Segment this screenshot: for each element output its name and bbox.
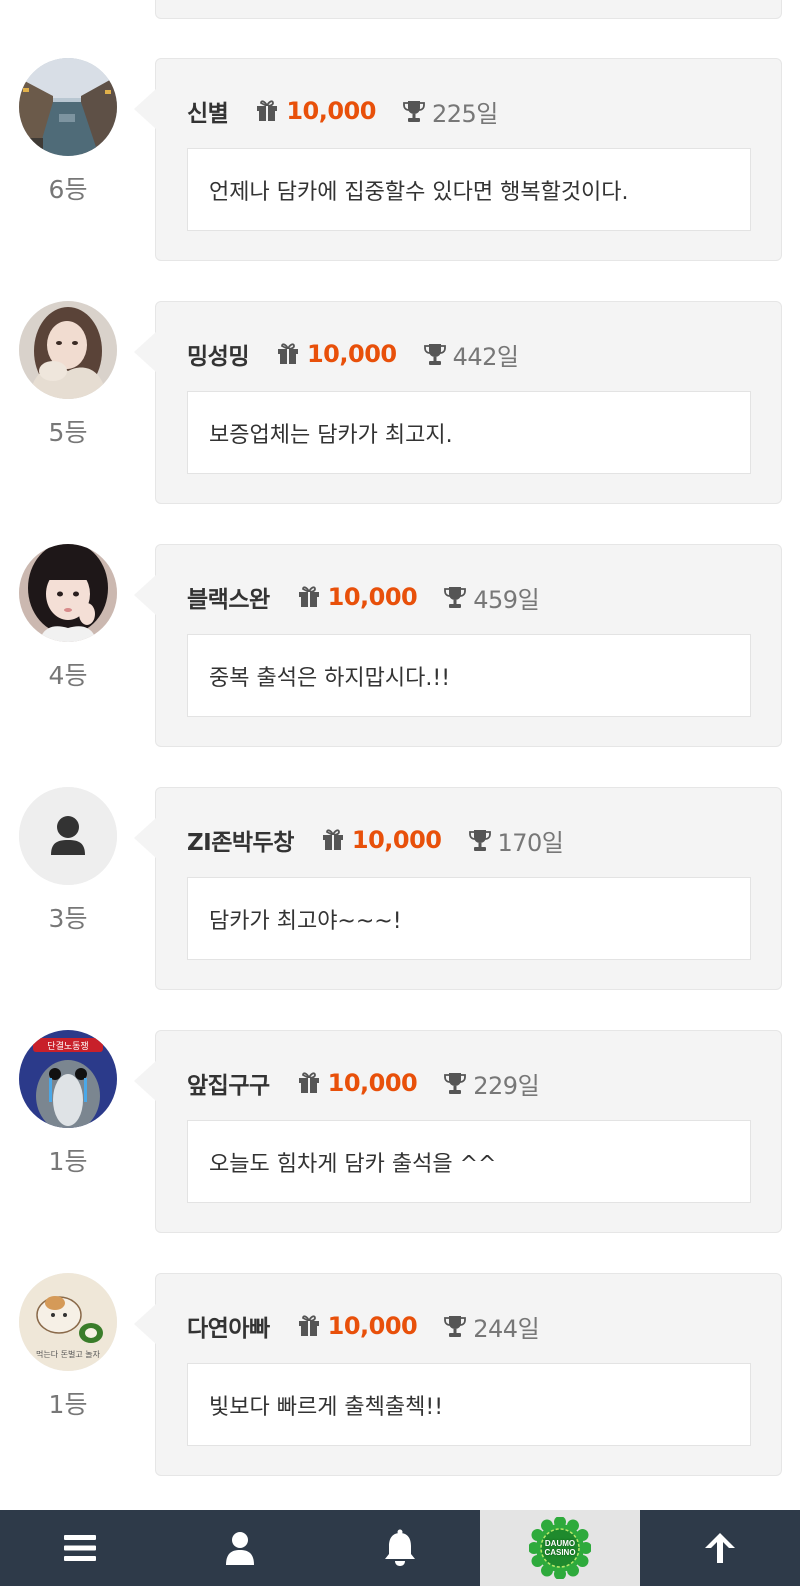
points-value: 10,000 (351, 826, 442, 854)
gift-icon (298, 1315, 319, 1336)
list-item: 5등 밍성밍 10,000 442일보증업체는 담카가 최고지. (0, 301, 800, 506)
comment-text: 오늘도 힘차게 담카 출석을 ^^ (187, 1120, 751, 1203)
avatar[interactable] (19, 58, 117, 156)
entry-meta: ZI존박두창 10,000 170일 (187, 823, 564, 857)
entry-meta: 블랙스완 10,000 459일 (187, 580, 540, 614)
attendance-days: 244일 (473, 1314, 540, 1343)
list-item: 3등 ZI존박두창 10,000 170일담카가 최고야~~~! (0, 787, 800, 992)
list-item: 단결노동쟁 1등 앞집구구 10,000 229일오늘도 힘차게 담카 출석을 ^^ (0, 1030, 800, 1235)
rank-label: 6등 (48, 175, 88, 204)
attendance-days: 225일 (431, 99, 498, 128)
avatar[interactable]: 먹는다 돈벌고 놀자 (19, 1273, 117, 1371)
casino-logo: DAUMO CASINO (529, 1517, 591, 1579)
avatar[interactable] (19, 301, 117, 399)
trophy-icon (423, 344, 446, 365)
rank-label: 5등 (48, 418, 88, 447)
rank-label: 4등 (48, 661, 88, 690)
gift-icon (257, 100, 278, 121)
comment-text: 언제나 담카에 집중할수 있다면 행복할것이다. (187, 148, 751, 231)
trophy-icon (468, 830, 491, 851)
comment-text: 중복 출석은 하지맙시다.!! (187, 634, 751, 717)
rank-label: 1등 (48, 1147, 88, 1176)
svg-text:단결노동쟁: 단결노동쟁 (47, 1041, 88, 1052)
comment-text: 담카가 최고야~~~! (187, 877, 751, 960)
nickname[interactable]: 앞집구구 (187, 1066, 270, 1100)
menu-icon (64, 1535, 96, 1561)
logo-text-line1: DAUMO (544, 1539, 576, 1548)
comment-card: 블랙스완 10,000 459일중복 출석은 하지맙시다.!! (134, 544, 782, 747)
trophy-icon (444, 587, 467, 608)
entry-meta: 앞집구구 10,000 229일 (187, 1066, 540, 1100)
attendance-days: 459일 (473, 585, 540, 614)
trophy-icon (444, 1073, 467, 1094)
user-icon (226, 1532, 254, 1565)
profile-button[interactable] (160, 1510, 320, 1586)
home-logo-button[interactable]: DAUMO CASINO (480, 1510, 640, 1586)
attendance-days: 442일 (452, 342, 519, 371)
bell-icon (385, 1529, 415, 1566)
entry-meta: 밍성밍 10,000 442일 (187, 337, 519, 371)
avatar[interactable] (19, 787, 117, 885)
svg-text:먹는다 돈벌고 놀자: 먹는다 돈벌고 놀자 (36, 1349, 101, 1359)
attendance-days: 229일 (473, 1071, 540, 1100)
rank-label: 1등 (48, 1390, 88, 1419)
list-item: 6등 신별 10,000 225일언제나 담카에 집중할수 있다면 행복할것이다. (0, 58, 800, 263)
comment-card: 앞집구구 10,000 229일오늘도 힘차게 담카 출석을 ^^ (134, 1030, 782, 1233)
comment-card: 신별 10,000 225일언제나 담카에 집중할수 있다면 행복할것이다. (134, 58, 782, 261)
trophy-icon (403, 101, 425, 122)
nickname[interactable]: 블랙스완 (187, 580, 270, 614)
nickname[interactable]: 다연아빠 (187, 1309, 270, 1343)
attendance-days: 170일 (497, 828, 564, 857)
points-value: 10,000 (306, 340, 397, 368)
arrow-up-icon (705, 1533, 735, 1563)
comment-card: 밍성밍 10,000 442일보증업체는 담카가 최고지. (134, 301, 782, 504)
gift-icon (277, 343, 298, 364)
entry-meta: 신별 10,000 225일 (187, 94, 498, 128)
comment-card: ZI존박두창 10,000 170일담카가 최고야~~~! (134, 787, 782, 990)
entry-meta: 다연아빠 10,000 244일 (187, 1309, 540, 1343)
nickname[interactable]: 밍성밍 (187, 337, 249, 371)
comment-card: 다연아빠 10,000 244일빛보다 빠르게 출첵출첵!! (134, 1273, 782, 1476)
gift-icon (298, 1072, 319, 1093)
nickname[interactable]: 신별 (187, 94, 229, 128)
gift-icon (322, 829, 343, 850)
list-item: 먹는다 돈벌고 놀자 1등 다연아빠 10,000 244일빛보다 빠르게 출첵출첵!! (0, 1273, 800, 1478)
bottom-nav: DAUMO CASINO (0, 1510, 800, 1586)
comment-text: 보증업체는 담카가 최고지. (187, 391, 751, 474)
scroll-top-button[interactable] (640, 1510, 800, 1586)
points-value: 10,000 (286, 97, 376, 125)
trophy-icon (444, 1316, 467, 1337)
notifications-button[interactable] (320, 1510, 480, 1586)
points-value: 10,000 (327, 1069, 418, 1097)
points-value: 10,000 (327, 583, 418, 611)
menu-button[interactable] (0, 1510, 160, 1586)
logo-text-line2: CASINO (544, 1548, 576, 1557)
points-value: 10,000 (327, 1312, 418, 1340)
gift-icon (298, 586, 319, 607)
rank-label: 3등 (48, 904, 88, 933)
comment-text: 빛보다 빠르게 출첵출첵!! (187, 1363, 751, 1446)
avatar[interactable] (19, 544, 117, 642)
list-item: 4등 블랙스완 10,000 459일중복 출석은 하지맙시다.!! (0, 544, 800, 749)
avatar[interactable]: 단결노동쟁 (19, 1030, 117, 1128)
nickname[interactable]: ZI존박두창 (187, 823, 294, 857)
previous-entry-card (155, 0, 782, 19)
